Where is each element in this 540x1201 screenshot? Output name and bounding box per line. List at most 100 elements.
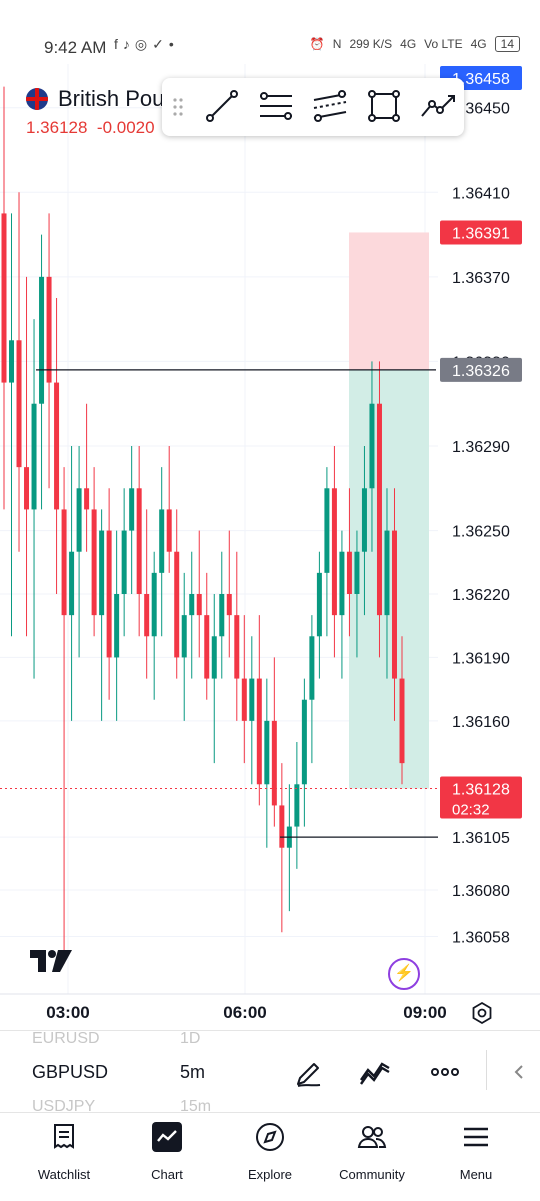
- lightning-icon[interactable]: ⚡: [388, 958, 420, 990]
- candle-body: [241, 678, 247, 721]
- stop-price-badge: 1.36391: [452, 225, 510, 242]
- candle-body: [361, 488, 367, 552]
- rectangle-icon[interactable]: [364, 86, 404, 126]
- candle-body: [294, 784, 300, 827]
- candle-body: [46, 276, 52, 383]
- network-label-2: 4G: [470, 37, 487, 51]
- compass-icon: [256, 1123, 284, 1151]
- dot-icon: •: [168, 36, 179, 52]
- nav-menu-label: Menu: [459, 1167, 493, 1182]
- current-price-badge-countdown: 02:32: [452, 802, 490, 819]
- position-zones: [349, 232, 429, 789]
- candle-body: [39, 276, 45, 404]
- price-tick-label: 1.36160: [452, 714, 510, 731]
- candle-body: [136, 488, 142, 594]
- volte-label: Vo LTE: [424, 37, 463, 51]
- candle-body: [354, 551, 360, 594]
- price-change: -0.0020: [96, 118, 155, 137]
- candles: [1, 86, 405, 964]
- candle-body: [16, 340, 22, 468]
- candle-body: [69, 551, 75, 616]
- pencil-icon[interactable]: [292, 1056, 326, 1088]
- parallel-channel-icon[interactable]: [310, 86, 350, 126]
- price-chart[interactable]: 1.364501.364101.363701.363301.362901.362…: [0, 64, 540, 1030]
- candle-body: [159, 509, 165, 573]
- candle-body: [376, 403, 382, 616]
- watchlist-icon: [54, 1124, 74, 1149]
- nav-menu[interactable]: Menu: [426, 1113, 526, 1201]
- symbol-selector[interactable]: GBPUSD: [32, 1062, 108, 1083]
- nav-chart[interactable]: Chart: [117, 1113, 217, 1201]
- candle-body: [144, 594, 150, 637]
- candle-body: [339, 551, 345, 616]
- last-price: 1.36128: [26, 118, 88, 137]
- menu-icon: [464, 1127, 488, 1147]
- candle-body: [181, 615, 187, 658]
- stop-loss-zone: [349, 232, 429, 370]
- chart-icon: [152, 1122, 182, 1152]
- symbol-quote: 1.36128 -0.0020: [26, 118, 155, 138]
- drag-handle-icon[interactable]: [172, 96, 184, 118]
- time-tick-label: 09:00: [403, 1003, 446, 1022]
- candle-body: [346, 551, 352, 594]
- candle-body: [31, 403, 37, 510]
- instagram-icon: ◎: [134, 36, 153, 52]
- ghost-symbol-prev: EURUSD: [32, 1030, 100, 1047]
- trend-line-icon[interactable]: [202, 86, 242, 126]
- candle-body: [76, 488, 82, 552]
- more-options-icon[interactable]: [428, 1056, 462, 1088]
- candle-body: [114, 594, 120, 658]
- nav-community-label: Community: [339, 1167, 405, 1182]
- symbol-name: British Pou: [58, 86, 165, 111]
- price-tick-label: 1.36190: [452, 650, 510, 667]
- candle-body: [211, 636, 217, 679]
- candle-body: [166, 509, 172, 552]
- time-axis: 03:00 06:00 09:00: [0, 993, 540, 1022]
- candle-body: [1, 213, 7, 383]
- candle-body: [219, 594, 225, 637]
- tradingview-logo-icon[interactable]: [30, 950, 74, 974]
- candle-body: [391, 530, 397, 679]
- timeframe-selector[interactable]: 5m: [180, 1062, 205, 1083]
- nav-chart-label: Chart: [151, 1167, 183, 1182]
- candle-body: [309, 636, 315, 700]
- candle-body: [384, 530, 390, 616]
- path-icon[interactable]: [418, 86, 458, 126]
- nfc-icon: N: [332, 37, 342, 51]
- facebook-icon: f: [114, 36, 123, 52]
- candle-body: [61, 509, 67, 616]
- candle-body: [256, 678, 262, 785]
- nav-explore[interactable]: Explore: [220, 1113, 320, 1201]
- indicators-icon[interactable]: [358, 1056, 392, 1088]
- candle-body: [331, 488, 337, 616]
- nav-watchlist[interactable]: Watchlist: [14, 1113, 114, 1201]
- battery-level: 14: [500, 37, 514, 51]
- collapse-arrow-icon[interactable]: [506, 1056, 536, 1088]
- bottom-navigation: Watchlist Chart Explore Community Menu: [0, 1112, 540, 1201]
- time-tick-label: 03:00: [46, 1003, 89, 1022]
- community-icon: [357, 1126, 387, 1148]
- gb-flag-icon: [26, 88, 48, 110]
- price-tick-label: 1.36250: [452, 524, 510, 541]
- notification-icons: f♪◎✓•: [114, 36, 179, 53]
- candle-body: [151, 572, 157, 637]
- price-tick-label: 1.36410: [452, 185, 510, 202]
- candle-body: [9, 340, 15, 383]
- candle-body: [234, 615, 240, 679]
- price-tick-label: 1.36370: [452, 270, 510, 287]
- candle-body: [106, 530, 112, 658]
- price-tick-label: 1.36220: [452, 587, 510, 604]
- candle-body: [91, 509, 97, 616]
- candle-body: [84, 488, 90, 510]
- battery-icon: 14: [494, 36, 520, 52]
- candle-body: [324, 488, 330, 573]
- status-time: 9:42 AM: [44, 38, 107, 57]
- price-tick-label: 1.36080: [452, 883, 510, 900]
- candle-body: [316, 572, 322, 637]
- net-speed: 299 K/S: [349, 37, 393, 51]
- alarm-icon: ⏰: [309, 37, 325, 51]
- nav-community[interactable]: Community: [322, 1113, 422, 1201]
- settings-gear-icon[interactable]: [470, 1001, 494, 1025]
- candle-body: [189, 594, 195, 616]
- fib-retracement-icon[interactable]: [256, 86, 296, 126]
